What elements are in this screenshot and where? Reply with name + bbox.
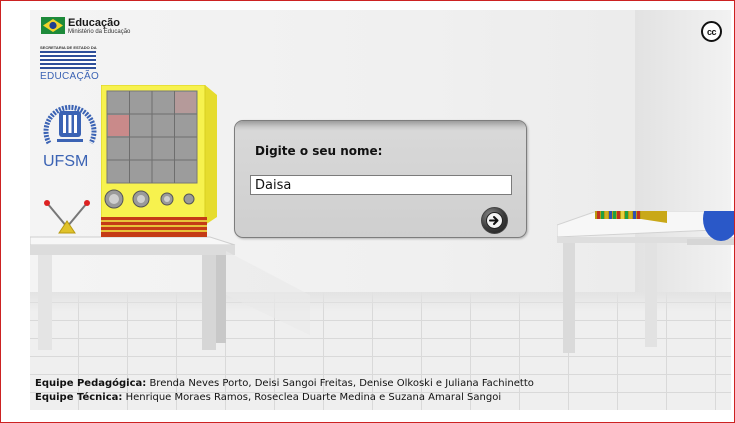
antenna-decoration	[44, 200, 90, 234]
tecnica-label: Equipe Técnica:	[35, 392, 123, 403]
pedagogica-label: Equipe Pedagógica:	[35, 378, 147, 389]
right-table	[557, 211, 734, 353]
edu-subtitle: Ministério da Educação	[68, 29, 131, 35]
secretaria-waves	[40, 51, 96, 69]
ufsm-seal	[43, 104, 97, 145]
name-dialog: Digite o seu nome:	[234, 120, 527, 238]
creative-commons-icon[interactable]: cc	[701, 21, 722, 42]
brazil-flag-icon	[41, 17, 65, 34]
arrow-right-icon	[486, 212, 503, 229]
edu-title: Educação	[68, 17, 120, 29]
pedagogica-names: Brenda Neves Porto, Deisi Sangoi Freitas…	[146, 378, 534, 389]
ufsm-word: UFSM	[43, 153, 89, 170]
next-button[interactable]	[481, 207, 508, 234]
credits: Equipe Pedagógica: Brenda Neves Porto, D…	[35, 377, 725, 405]
secretaria-word: EDUCAÇÃO	[40, 71, 100, 82]
ufsm-logo: UFSM	[41, 97, 99, 175]
app-frame: Educação Ministério da Educação SECRETAR…	[0, 0, 735, 423]
name-input[interactable]	[250, 175, 512, 195]
tecnica-names: Henrique Moraes Ramos, Roseclea Duarte M…	[122, 392, 502, 403]
secretaria-educacao-logo: SECRETARIA DE ESTADO DA EDUCAÇÃO	[40, 45, 100, 85]
name-prompt-label: Digite o seu nome:	[255, 144, 383, 158]
credits-tecnica: Equipe Técnica: Henrique Moraes Ramos, R…	[35, 391, 725, 405]
machine-illustration	[101, 85, 217, 237]
secretaria-tiny-text: SECRETARIA DE ESTADO DA	[40, 45, 97, 50]
dialog-title-bar	[235, 121, 526, 131]
credits-pedagogica: Equipe Pedagógica: Brenda Neves Porto, D…	[35, 377, 725, 391]
